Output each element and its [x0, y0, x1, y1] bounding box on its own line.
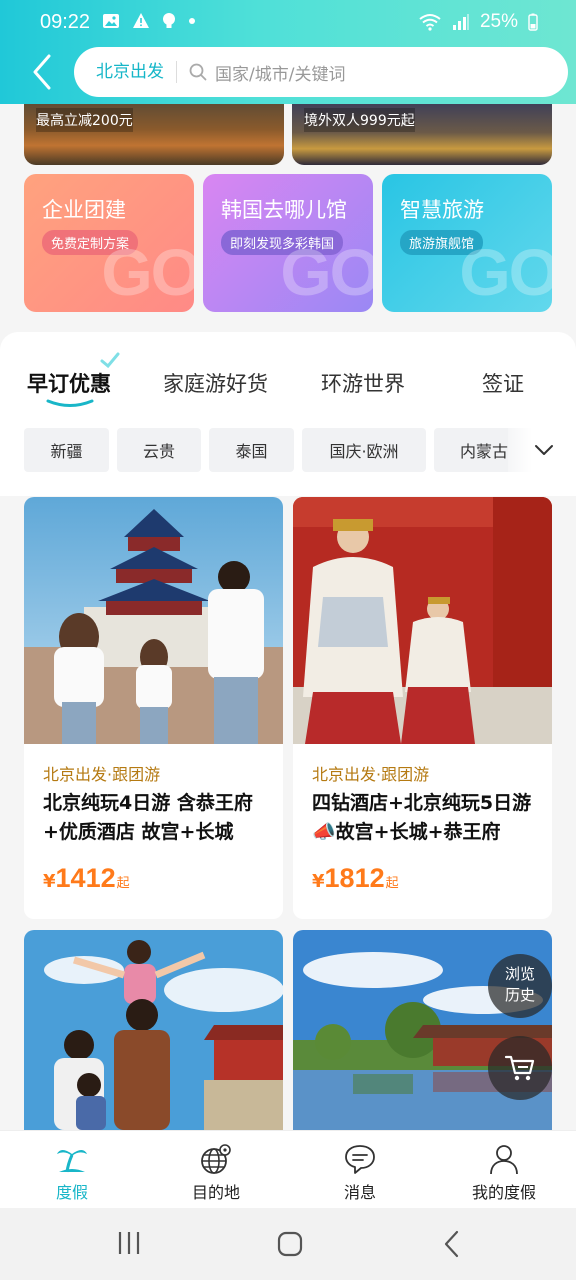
product-tag: 北京出发·跟团游: [43, 765, 161, 784]
history-label-line1: 浏览: [504, 965, 535, 983]
nav-label: 我的度假: [471, 1183, 536, 1202]
chat-icon: [345, 1145, 375, 1174]
history-label-line2: 历史: [504, 986, 535, 1004]
dot-icon: [189, 18, 195, 24]
promo-title: 企业团建: [42, 198, 126, 222]
promo-card-team-building[interactable]: 企业团建 免费定制方案 GO: [24, 174, 194, 312]
nav-vacation[interactable]: 度假: [17, 1141, 127, 1203]
nav-label: 度假: [55, 1183, 88, 1202]
promo-watermark: GO: [280, 235, 373, 309]
nav-destination[interactable]: 目的地: [161, 1141, 271, 1203]
back-button[interactable]: [22, 52, 62, 92]
tab-family-travel[interactable]: 家庭游好货: [163, 368, 268, 398]
promo-watermark: GO: [101, 235, 194, 309]
product-image-family-forbidden-city: [24, 930, 283, 1130]
bottom-nav: 度假 目的地 消息 我的度假: [0, 1130, 576, 1208]
active-tab-indicator: [46, 399, 94, 407]
chip-yungui[interactable]: 云贵: [117, 428, 201, 472]
banner-label: 境外双人999元起: [304, 108, 415, 132]
price-value: 1412: [55, 863, 116, 893]
tab-world-tour[interactable]: 环游世界: [321, 368, 405, 398]
chip-thailand[interactable]: 泰国: [209, 428, 294, 472]
product-card[interactable]: [24, 930, 283, 1130]
system-back-button[interactable]: [442, 1230, 462, 1258]
globe-icon: [201, 1144, 231, 1174]
tab-early-booking[interactable]: 早订优惠: [27, 368, 111, 398]
status-notification-icons: [102, 12, 196, 30]
price-unit: 起: [116, 876, 130, 891]
nav-label: 目的地: [191, 1183, 240, 1202]
product-price: ¥ 1412 起: [43, 863, 130, 894]
price-currency: ¥: [43, 871, 56, 892]
promo-banner-discount[interactable]: 最高立减200元: [24, 100, 284, 165]
tab-visa[interactable]: 签证: [482, 368, 524, 398]
filter-chips: 新疆 云贵 泰国 国庆·欧洲 内蒙古: [24, 428, 534, 472]
nav-my-vacation[interactable]: 我的度假: [449, 1141, 559, 1203]
home-button[interactable]: [276, 1230, 304, 1258]
chevron-left-icon: [33, 54, 51, 90]
product-card[interactable]: 北京出发·跟团游 北京纯玩4日游 含恭王府+优质酒店 故宫+长城 ¥ 1412 …: [24, 497, 283, 919]
nav-messages[interactable]: 消息: [305, 1141, 415, 1203]
search-input[interactable]: 国家/城市/关键词: [215, 60, 345, 85]
recent-apps-icon: [118, 1232, 140, 1254]
wifi-icon: [419, 14, 441, 31]
status-bar: 09:22 25%: [0, 0, 576, 46]
battery-percent: 25%: [479, 11, 518, 32]
category-panel: 早订优惠 家庭游好货 环游世界 签证 新疆 云贵 泰国 国庆·欧洲 内蒙古: [0, 332, 576, 496]
promo-title: 韩国去哪儿馆: [221, 198, 347, 222]
product-title: 四钻酒店+北京纯玩5日游📣故宫+长城+恭王府: [312, 792, 532, 843]
system-nav-bar: [0, 1208, 576, 1280]
cart-icon: [504, 1055, 535, 1081]
palm-tree-icon: [57, 1150, 87, 1173]
product-image-temple-of-heaven: [24, 497, 283, 744]
home-icon: [277, 1231, 303, 1257]
status-right: 25%: [418, 11, 538, 33]
user-icon: [490, 1145, 518, 1175]
chevron-down-icon: [535, 445, 553, 455]
browse-history-button[interactable]: 浏览 历史: [488, 954, 552, 1018]
departure-city-selector[interactable]: 北京出发: [74, 61, 177, 83]
chip-xinjiang[interactable]: 新疆: [24, 428, 109, 472]
tab-check-icon: [100, 352, 120, 368]
bulb-icon: [163, 13, 175, 28]
expand-chips-button[interactable]: [508, 424, 576, 476]
chip-national-day-europe[interactable]: 国庆·欧洲: [302, 428, 426, 472]
search-icon: [189, 63, 207, 81]
product-price: ¥ 1812 起: [312, 863, 399, 894]
search-bar[interactable]: 北京出发 国家/城市/关键词: [74, 47, 568, 97]
banner-label: 最高立减200元: [36, 108, 133, 132]
promo-title: 智慧旅游: [400, 198, 484, 222]
warning-icon: [133, 13, 149, 28]
cart-button[interactable]: [488, 1036, 552, 1100]
product-tag: 北京出发·跟团游: [312, 765, 430, 784]
promo-banner-overseas[interactable]: 境外双人999元起: [292, 100, 552, 165]
price-value: 1812: [324, 863, 385, 893]
back-arrow-icon: [444, 1230, 459, 1258]
signal-icon: [452, 14, 469, 30]
recent-apps-button[interactable]: [116, 1230, 142, 1256]
product-title: 北京纯玩4日游 含恭王府+优质酒店 故宫+长城: [43, 792, 253, 843]
gallery-icon: [103, 14, 119, 28]
promo-watermark: GO: [459, 235, 552, 309]
battery-icon: [528, 13, 538, 31]
price-unit: 起: [385, 876, 399, 891]
status-time: 09:22: [40, 11, 91, 33]
top-header: 09:22 25% 北京出发 国家/城市/关键词: [0, 0, 576, 104]
price-currency: ¥: [312, 871, 325, 892]
product-card[interactable]: 北京出发·跟团游 四钻酒店+北京纯玩5日游📣故宫+长城+恭王府 ¥ 1812 起: [293, 497, 552, 919]
nav-label: 消息: [343, 1183, 376, 1202]
product-image-palace-costume: [293, 497, 552, 744]
promo-card-korea[interactable]: 韩国去哪儿馆 即刻发现多彩韩国 GO: [203, 174, 373, 312]
promo-card-smart-travel[interactable]: 智慧旅游 旅游旗舰馆 GO: [382, 174, 552, 312]
